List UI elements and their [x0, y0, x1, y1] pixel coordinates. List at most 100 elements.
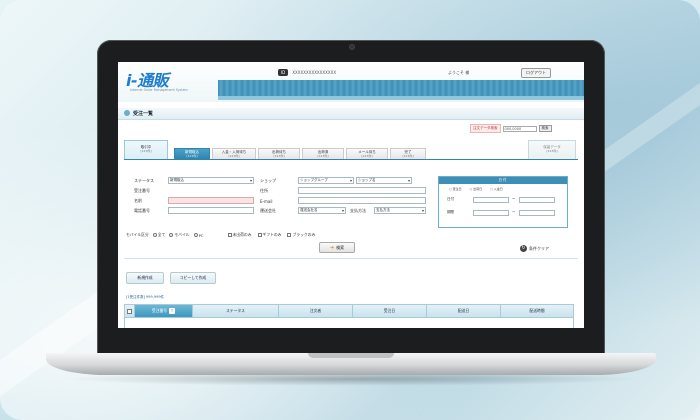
- shop-select[interactable]: ショップ名: [356, 177, 412, 184]
- logout-button[interactable]: ログアウト: [521, 68, 551, 78]
- copy-create-button[interactable]: コピーして作成: [170, 272, 216, 284]
- payment-label: 支払方法: [350, 208, 366, 213]
- period-range-tilde: ~: [512, 209, 516, 214]
- checkbox-gift-label: ギフトのみ: [262, 232, 282, 237]
- mobile-label: モバイル区分: [126, 232, 149, 237]
- radio-ship-date[interactable]: ○ 出荷日: [470, 187, 483, 191]
- welcome-text: ようこそ 様: [448, 70, 470, 75]
- column-label: 受注日: [383, 308, 396, 313]
- screen: i-通販 Internet Order Management System ID…: [118, 62, 584, 328]
- tab-count: [123件]: [186, 154, 198, 158]
- status-tabs: 取引中 [123件] 新規取込 [123件] 入金・入荷待ち [123件] 出荷待ち[…: [124, 137, 584, 159]
- shop-row: ショップ: [260, 177, 276, 185]
- quick-search-label: 注文データ検索: [470, 124, 501, 133]
- phone-input[interactable]: [168, 207, 254, 214]
- tab-payment-wait[interactable]: 入金・入荷待ち [123件]: [212, 148, 256, 159]
- tab-in-progress[interactable]: 取引中 [123件]: [124, 140, 168, 159]
- laptop-base: [46, 353, 656, 375]
- filter-options: モバイル区分 全て モバイル PC 未出荷のみ ギフトのみ ブラックのみ: [126, 231, 456, 239]
- tab-on-hold[interactable]: 保留データ [123件]: [528, 140, 576, 159]
- tab-mail-wait[interactable]: メール待ち [123件]: [346, 148, 388, 159]
- checkbox-black[interactable]: [287, 233, 292, 237]
- tab-count: [123件]: [402, 154, 414, 158]
- email-row: E-mail: [260, 197, 273, 205]
- radio-mobile[interactable]: [169, 233, 174, 237]
- order-no-row: 受注番号: [134, 187, 150, 195]
- logo[interactable]: i-通販 Internet Order Management System: [126, 67, 210, 97]
- address-row: 住所: [260, 187, 268, 195]
- name-row: 名前: [134, 197, 142, 205]
- date-filter-title: 日付: [439, 177, 567, 184]
- radio-label: 受注日: [452, 187, 462, 191]
- delivery-select[interactable]: 運送会社名: [298, 207, 346, 214]
- shop-group-select[interactable]: ショップグループ: [298, 177, 354, 184]
- name-label: 名前: [134, 198, 142, 203]
- name-input[interactable]: [168, 197, 254, 204]
- select-all-checkbox[interactable]: [127, 308, 132, 314]
- payment-select[interactable]: 支払方法: [374, 207, 426, 214]
- date-to-input[interactable]: [519, 197, 555, 203]
- radio-label: 出荷日: [473, 187, 483, 191]
- table-row[interactable]: [124, 318, 574, 328]
- payment-row: 支払方法: [350, 207, 366, 215]
- quick-search-input[interactable]: 000,0000: [502, 125, 537, 132]
- radio-pc[interactable]: [193, 233, 198, 237]
- tab-shipped[interactable]: 出荷済 [123件]: [302, 148, 344, 159]
- tab-ship-wait[interactable]: 出荷待ち [123件]: [258, 148, 300, 159]
- column-orderer[interactable]: 注文者: [279, 305, 353, 317]
- date-from-input[interactable]: [473, 197, 509, 203]
- delivery-label: 運送会社: [260, 208, 276, 213]
- tab-count: [123件]: [361, 154, 373, 158]
- checkbox-unshipped[interactable]: [227, 233, 232, 237]
- radio-order-date[interactable]: ○ 受注日: [449, 187, 462, 191]
- app-header: i-通販 Internet Order Management System ID…: [118, 62, 584, 102]
- column-status[interactable]: ステータス: [193, 305, 279, 317]
- status-select[interactable]: 新規取込: [168, 177, 254, 184]
- radio-payment-date[interactable]: ○ 入金日: [490, 187, 503, 191]
- user-id: XXXXXXXXXXXXXXXX: [292, 70, 337, 75]
- radio-label: 入金日: [493, 187, 503, 191]
- date-from-label: 日付: [447, 197, 454, 201]
- search-icon: ➜: [329, 244, 335, 251]
- phone-row: 電話番号: [134, 207, 150, 215]
- column-order-no[interactable]: 受注番号 ↑: [135, 305, 193, 317]
- page-title: 受注一覧: [133, 111, 154, 117]
- column-label: ステータス: [226, 308, 245, 313]
- header-bar-accent: [218, 96, 584, 100]
- period-label: 期間: [447, 210, 454, 214]
- period-to-input[interactable]: [519, 210, 555, 216]
- order-no-label: 受注番号: [134, 188, 150, 193]
- column-label: 受注番号: [151, 308, 168, 313]
- email-input[interactable]: [298, 197, 426, 204]
- divider: [124, 258, 578, 259]
- tab-new[interactable]: 新規取込 [123件]: [174, 148, 210, 159]
- select-all-cell: [125, 305, 135, 317]
- checkbox-gift[interactable]: [257, 233, 262, 237]
- status-label: ステータス: [134, 178, 154, 183]
- column-delivery-time[interactable]: 配送時間: [501, 305, 573, 317]
- tab-count: [123件]: [228, 154, 240, 158]
- date-type-radios: ○ 受注日 ○ 出荷日 ○ 入金日: [449, 187, 503, 191]
- tab-count: [123件]: [140, 149, 152, 153]
- period-from-input[interactable]: [473, 210, 509, 216]
- radio-mobile-label: モバイル: [174, 232, 190, 237]
- search-button[interactable]: ➜ 検索: [319, 242, 355, 253]
- new-button[interactable]: 新規作成: [126, 272, 164, 284]
- address-input[interactable]: [298, 187, 426, 194]
- tab-complete[interactable]: 完了 [123件]: [390, 148, 426, 159]
- email-label: E-mail: [260, 198, 273, 204]
- column-label: 配送日: [457, 308, 470, 313]
- clear-button[interactable]: ↻ 条件クリア: [520, 244, 549, 253]
- column-order-date[interactable]: 受注日: [353, 305, 427, 317]
- status-row: ステータス: [134, 177, 154, 185]
- table-header: 受注番号 ↑ ステータス 注文者 受注日 配送日 配送時間: [124, 304, 574, 318]
- sort-arrow-icon: ↑: [169, 308, 176, 314]
- header-bar: [218, 80, 584, 96]
- column-delivery-date[interactable]: 配送日: [427, 305, 501, 317]
- search-button-label: 検索: [336, 244, 345, 250]
- date-filter-box: 日付 ○ 受注日 ○ 出荷日 ○ 入金日 日付 ~ 期間 ~: [438, 176, 568, 228]
- radio-all[interactable]: [152, 233, 157, 237]
- quick-search-button[interactable]: 検索: [538, 125, 552, 132]
- checkbox-unshipped-label: 未出荷のみ: [232, 232, 252, 237]
- logo-subtitle: Internet Order Management System: [130, 88, 188, 92]
